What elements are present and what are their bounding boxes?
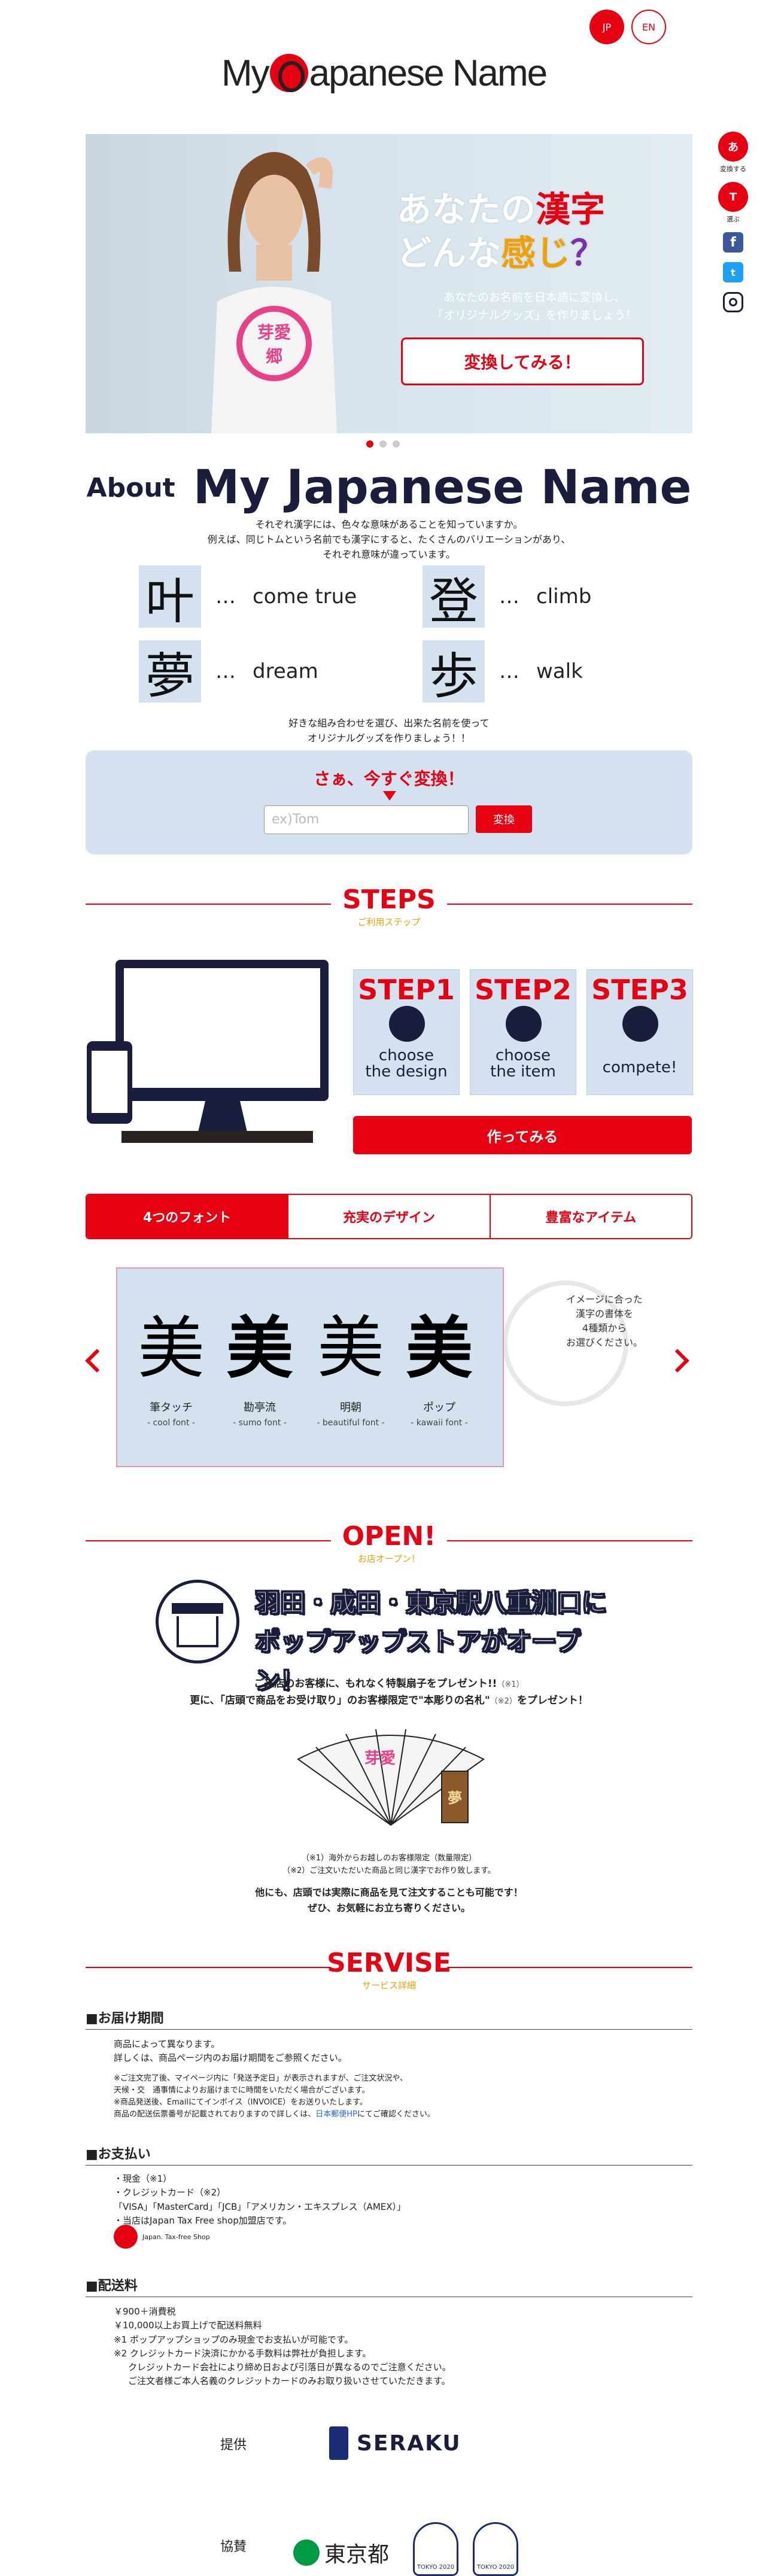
popup-notes: （※1）海外からお越しのお客様限定（数量限定） （※2）ご注文いただいた商品と同… [282, 1854, 496, 1876]
lang-jp-button[interactable]: JP [589, 10, 624, 44]
fan-and-nametag-image [297, 1729, 485, 1826]
facebook-icon[interactable]: f [723, 232, 743, 253]
convert-panel: さぁ、今すぐ変換！ ex)Tom 変換 [86, 750, 692, 854]
font-panel: 美 筆タッチ - cool font - 美 勘亭流 - sumo font -… [116, 1267, 504, 1467]
payment-text: ・現金（※1） ・クレジットカード（※2） 「VISA」「MasterCard」… [114, 2173, 406, 2226]
tshirt-icon [506, 1006, 542, 1042]
delivery-text: 商品によって異なります。 詳しくは、商品ページ内のお届け期間をご参照ください。 … [114, 2039, 435, 2119]
sponsor-label: 協賛 [220, 2539, 247, 2554]
seraku-mark-icon [329, 2426, 348, 2460]
carousel-next-arrow[interactable] [665, 1349, 689, 1373]
design-icon [389, 1006, 425, 1042]
lang-en-button[interactable]: EN [631, 10, 666, 44]
kanji-example: 登… climb [423, 565, 591, 630]
provided-label: 提供 [220, 2438, 247, 2453]
logo-text-name: apanese Name [309, 52, 548, 94]
kanji-example: 歩… walk [423, 640, 583, 705]
carousel-dot[interactable] [379, 440, 387, 448]
carousel-dot[interactable] [366, 440, 373, 448]
fan-text: 芽愛 [364, 1750, 396, 1768]
convert-button[interactable]: 変換 [476, 805, 532, 833]
service-header: SERVISE サービス詳細 [86, 1948, 692, 1991]
hero-banner[interactable]: 芽愛郷 あなたの漢字 どんな感じ？ あなたのお名前を日本語に変換し、 「オリジナ… [86, 134, 692, 433]
twitter-icon[interactable]: t [723, 262, 743, 282]
carousel-prev-arrow[interactable] [85, 1349, 109, 1373]
convert-title: さぁ、今すぐ変換！ [314, 769, 464, 789]
hero-model-image [211, 152, 337, 433]
steps-header: STEPS ご利用ステップ [86, 884, 692, 927]
tab-designs[interactable]: 充実のデザイン [287, 1195, 490, 1238]
step-2-card: STEP2 choose the item [470, 969, 576, 1095]
font-sample: 美 ポップ - kawaii font - [406, 1311, 473, 1428]
side-choose-label: 選ぶ [727, 215, 740, 223]
payment-heading: ■お支払い [86, 2143, 692, 2166]
seraku-logo[interactable]: SERAKU [329, 2426, 461, 2460]
name-input[interactable]: ex)Tom [264, 805, 469, 834]
feature-tabs: 4つのフォント 充実のデザイン 豊富なアイテム [86, 1194, 692, 1239]
about-title: About My Japanese Name [86, 461, 692, 515]
tab-items[interactable]: 豊富なアイテム [489, 1195, 691, 1238]
instagram-icon[interactable] [723, 292, 743, 312]
shipping-text: ￥900＋消費税 ￥10,000以上お買上げで配送料無料 ※1 ポップアップショ… [114, 2306, 451, 2387]
side-choose-link[interactable]: T 選ぶ [717, 182, 749, 224]
popup-store-banner: 羽田・成田・東京駅八重洲口に ポップアップストアがオープン！ [156, 1580, 622, 1696]
tokyo-ginkgo-icon [293, 2539, 320, 2566]
person-icon [622, 1006, 658, 1042]
convert-icon: あ [718, 132, 748, 162]
side-menu: あ 変換する T 選ぶ f t [717, 132, 749, 322]
open-header: OPEN! お店オープン！ [86, 1521, 692, 1564]
font-sample: 美 勘亭流 - sumo font - [226, 1310, 293, 1428]
kanji-example: 叶… come true [139, 565, 357, 630]
tab-fonts[interactable]: 4つのフォント [87, 1195, 288, 1238]
hero-subtitle: あなたのお名前を日本語に変換し、 「オリジナルグッズ」を作りましょう！ [431, 291, 637, 323]
carousel-dots [366, 440, 400, 448]
popup-description: ご来店のお客様に、もれなく特製扇子をプレゼント!!（※1） 更に、「店頭で商品を… [190, 1678, 588, 1707]
step-1-card: STEP1 choose the design [353, 969, 460, 1095]
font-sample: 美 筆タッチ - cool font - [138, 1310, 205, 1428]
devices-illustration [87, 960, 329, 1143]
tokyo2020-paralympic-logo: TOKYO 2020 [473, 2522, 518, 2576]
about-footnote: 好きな組み合わせを選び、出来た名前を使って オリジナルグッズを作りましょう！！ [288, 717, 490, 744]
popup-closing: 他にも、店頭では実際に商品を見て注文することも可能です！ ぜひ、お気軽にお立ち寄… [255, 1887, 523, 1914]
kanji-example: 夢… dream [139, 640, 318, 705]
about-description: それぞれ漢字には、色々な意味があることを知っていますか。 例えば、同じトムという… [207, 519, 571, 560]
down-arrow-icon [383, 791, 396, 801]
logo-text-my: My [221, 52, 270, 94]
tokyo-logo[interactable]: 東京都 [293, 2537, 389, 2568]
japan-post-link[interactable]: 日本郵便HP [315, 2110, 357, 2119]
nametag-text: 夢 [448, 1790, 462, 1806]
try-button[interactable]: 作ってみる [353, 1116, 692, 1154]
tshirt-icon: T [718, 182, 748, 212]
side-convert-label: 変換する [720, 165, 746, 173]
shop-stall-icon [156, 1580, 239, 1663]
hero-shirt-text: 芽愛郷 [257, 323, 291, 366]
site-logo[interactable]: My apanese Name [221, 49, 557, 97]
step-3-card: STEP3 compete! [586, 969, 693, 1095]
delivery-heading: ■お届け期間 [86, 2008, 692, 2030]
carousel-dot[interactable] [393, 440, 400, 448]
font-note: イメージに合った 漢字の書体を 4種類から お選びください。 [566, 1294, 643, 1348]
hero-convert-button[interactable]: 変換してみる！ [401, 337, 644, 385]
hero-title: あなたの漢字 どんな感じ？ [397, 189, 606, 273]
side-convert-link[interactable]: あ 変換する [717, 132, 749, 174]
taxfree-logo: Japan. Tax-free Shop [114, 2225, 210, 2249]
font-sample: 美 明朝 - beautiful font - [317, 1312, 385, 1428]
logo-mark-icon [269, 54, 308, 92]
tokyo2020-olympic-logo: TOKYO 2020 [413, 2522, 458, 2576]
shipping-heading: ■配送料 [86, 2275, 692, 2297]
